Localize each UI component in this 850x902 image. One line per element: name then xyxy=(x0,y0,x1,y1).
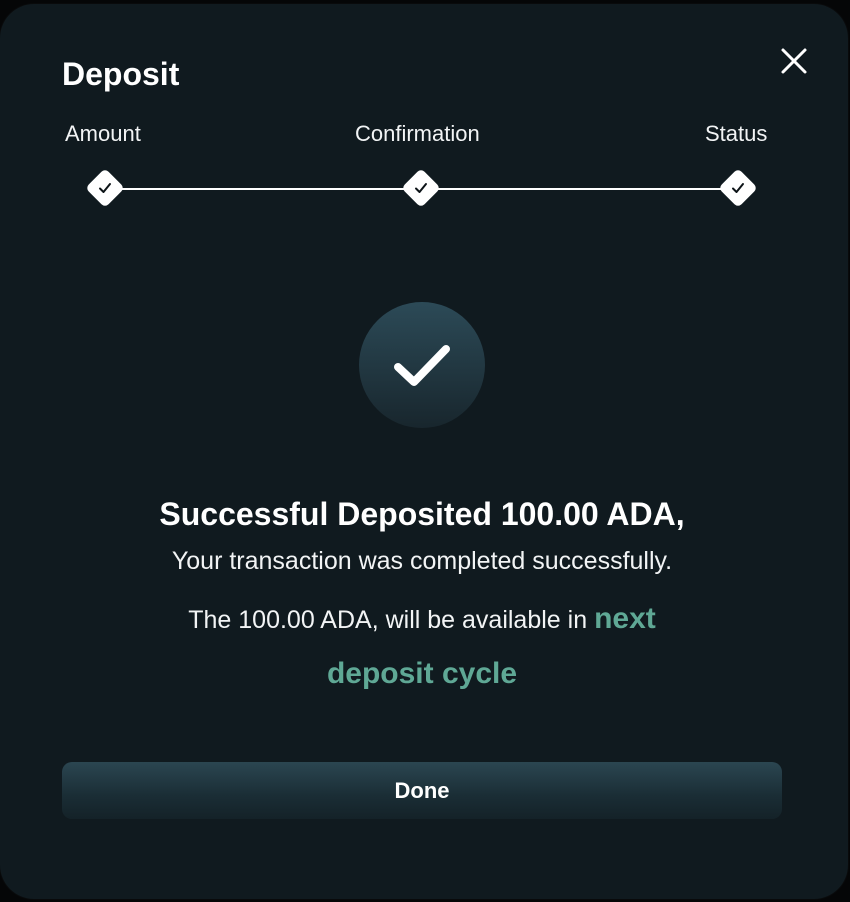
step-marker-confirmation xyxy=(401,168,441,208)
modal-title: Deposit xyxy=(62,56,180,92)
success-badge xyxy=(359,302,485,428)
step-label-status: Status xyxy=(705,121,768,146)
deposit-modal: Deposit Amount Confirmation Status Succe… xyxy=(0,4,848,899)
close-icon xyxy=(781,48,807,74)
availability-prefix: The 100.00 ADA, will be available in xyxy=(188,606,588,634)
success-subline: Your transaction was completed successfu… xyxy=(171,547,673,575)
check-icon xyxy=(415,183,427,193)
check-icon xyxy=(732,183,744,193)
check-circle-icon xyxy=(394,345,450,386)
step-marker-amount xyxy=(85,168,125,208)
done-button[interactable]: Done xyxy=(62,762,782,819)
check-icon xyxy=(99,183,111,193)
availability-text: The 100.00 ADA, will be available in nex… xyxy=(160,592,684,702)
step-label-confirmation: Confirmation xyxy=(355,121,480,146)
step-marker-status xyxy=(718,168,758,208)
step-label-amount: Amount xyxy=(65,121,141,146)
success-headline: Successful Deposited 100.00 ADA, xyxy=(159,496,685,532)
close-button[interactable] xyxy=(774,41,814,81)
